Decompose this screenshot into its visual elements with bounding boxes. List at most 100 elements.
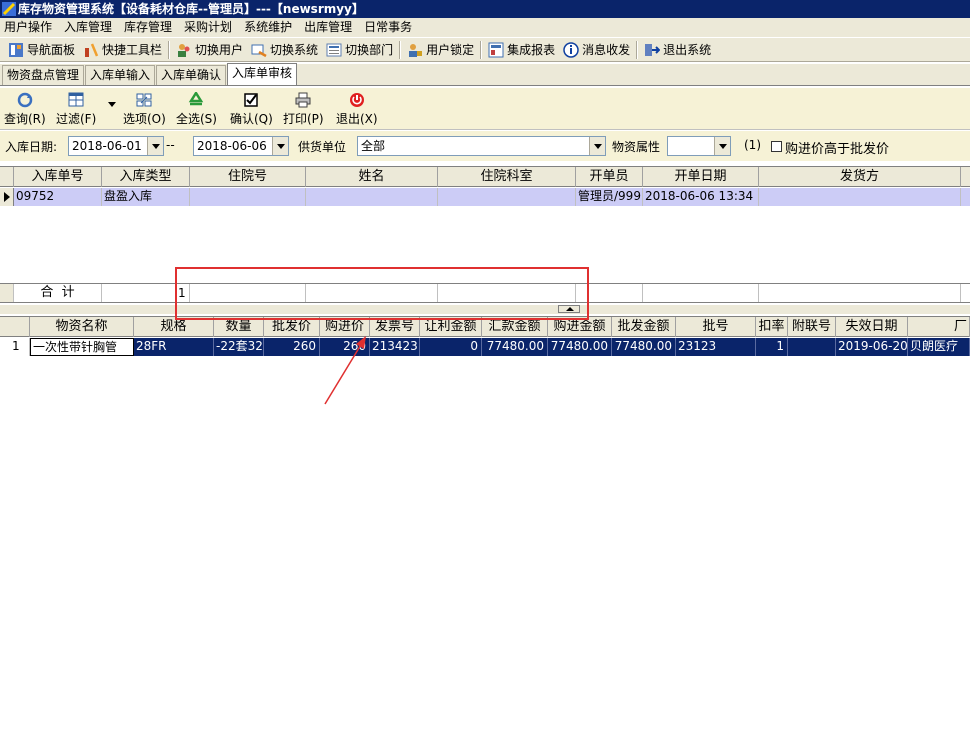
- switch-system-button[interactable]: 切换系统: [247, 39, 322, 61]
- dropdown-arrow-icon[interactable]: [272, 137, 288, 155]
- dropdown-arrow-icon[interactable]: [147, 137, 163, 155]
- col-name[interactable]: 姓名: [306, 167, 438, 187]
- cell-expiry[interactable]: 2019-06-20: [836, 338, 908, 356]
- cell-date[interactable]: 2018-06-06 13:34: [643, 188, 759, 206]
- col-inpatient-no[interactable]: 住院号: [190, 167, 306, 187]
- col-dept[interactable]: 住院科室: [438, 167, 576, 187]
- messages-button[interactable]: 消息收发: [559, 39, 634, 61]
- exit-system-button[interactable]: 退出系统: [640, 39, 715, 61]
- cell-invoice-no[interactable]: 213423: [370, 338, 420, 356]
- cell-discount-amt[interactable]: 0: [420, 338, 482, 356]
- col-type[interactable]: 入库类型: [102, 167, 190, 187]
- cell-purchase-price[interactable]: 260: [320, 338, 370, 356]
- date-to-picker[interactable]: 2018-06-06: [193, 136, 289, 156]
- user-lock-button[interactable]: 用户锁定: [403, 39, 478, 61]
- window-titlebar: 库存物资管理系统【设备耗材仓库--管理员】---【newsrmyy】: [0, 0, 970, 18]
- filter-grid-icon: [68, 92, 84, 107]
- exit-button[interactable]: 退出(X): [336, 92, 378, 127]
- price-check-checkbox[interactable]: [771, 141, 782, 152]
- col-item-name[interactable]: 物资名称: [30, 317, 134, 337]
- confirm-label: 确认(Q): [230, 112, 273, 126]
- attr-select[interactable]: [667, 136, 731, 156]
- cell-shipper[interactable]: [759, 188, 961, 206]
- cell-dept[interactable]: [438, 188, 576, 206]
- cell-batch[interactable]: 23123: [676, 338, 756, 356]
- quick-toolbar-label: 快捷工具栏: [102, 43, 163, 57]
- table-row[interactable]: 1 一次性带针胸管 28FR -22套32 260 260 213423 0 7…: [0, 338, 970, 356]
- checkbox-icon: [244, 93, 259, 107]
- options-button[interactable]: 选项(O): [123, 92, 166, 127]
- menu-inbound[interactable]: 入库管理: [60, 18, 120, 37]
- tab-inbound-confirm[interactable]: 入库单确认: [156, 65, 227, 85]
- price-check-label: 购进价高于批发价: [785, 142, 890, 157]
- tab-stocktake[interactable]: 物资盘点管理: [2, 65, 85, 85]
- switch-system-icon: [251, 44, 267, 57]
- menu-outbound[interactable]: 出库管理: [300, 18, 360, 37]
- col-rate[interactable]: 扣率: [756, 317, 788, 337]
- date-label: 入库日期:: [5, 140, 58, 154]
- col-date[interactable]: 开单日期: [643, 167, 759, 187]
- col-remit-amt[interactable]: 汇款金额: [482, 317, 548, 337]
- table-row[interactable]: 09752 盘盈入库 管理员/999 2018-06-06 13:34: [0, 188, 970, 206]
- tab-inbound-audit[interactable]: 入库单审核: [227, 63, 298, 85]
- cell-qty[interactable]: -22套32: [214, 338, 264, 356]
- quick-toolbar-button[interactable]: 快捷工具栏: [79, 39, 166, 61]
- col-wholesale-amt[interactable]: 批发金额: [612, 317, 676, 337]
- cell-wholesale-amt[interactable]: 77480.00: [612, 338, 676, 356]
- cell-wholesale-price[interactable]: 260: [264, 338, 320, 356]
- col-purchase-price[interactable]: 购进价: [320, 317, 370, 337]
- menu-daily[interactable]: 日常事务: [360, 18, 420, 37]
- col-purchase-amt[interactable]: 购进金额: [548, 317, 612, 337]
- cell-name[interactable]: [306, 188, 438, 206]
- print-button[interactable]: 打印(P): [283, 92, 324, 127]
- cell-operator[interactable]: 管理员/999: [576, 188, 643, 206]
- filter-bar: 入库日期: 2018-06-01 -- 2018-06-06 供货单位 全部 物…: [0, 131, 970, 161]
- summary-label: 合 计: [14, 284, 102, 302]
- menu-user-ops[interactable]: 用户操作: [0, 18, 60, 37]
- date-from-picker[interactable]: 2018-06-01: [68, 136, 164, 156]
- cell-order-no[interactable]: 09752: [14, 188, 102, 206]
- col-spec[interactable]: 规格: [134, 317, 214, 337]
- cell-rate[interactable]: 1: [756, 338, 788, 356]
- cell-purchase-amt[interactable]: 77480.00: [548, 338, 612, 356]
- header-indicator: [0, 167, 14, 187]
- dropdown-arrow-icon[interactable]: [714, 137, 730, 155]
- col-operator[interactable]: 开单员: [576, 167, 643, 187]
- col-expiry[interactable]: 失效日期: [836, 317, 908, 337]
- dropdown-arrow-icon[interactable]: [589, 137, 605, 155]
- menu-system-maint[interactable]: 系统维护: [240, 18, 300, 37]
- switch-user-button[interactable]: 切换用户: [172, 39, 247, 61]
- cell-inpatient-no[interactable]: [190, 188, 306, 206]
- col-order-no[interactable]: 入库单号: [14, 167, 102, 187]
- col-shipper[interactable]: 发货方: [759, 167, 961, 187]
- supplier-select[interactable]: 全部: [357, 136, 606, 156]
- query-button[interactable]: 查询(R): [4, 92, 46, 127]
- confirm-button[interactable]: 确认(Q): [230, 92, 273, 127]
- col-invoice-no[interactable]: 发票号: [370, 317, 420, 337]
- integrated-report-button[interactable]: 集成报表: [484, 39, 559, 61]
- cell-item-name[interactable]: 一次性带针胸管: [30, 338, 134, 356]
- filter-button[interactable]: 过滤(F): [56, 92, 96, 127]
- nav-panel-icon: [9, 42, 23, 57]
- col-discount-amt[interactable]: 让利金额: [420, 317, 482, 337]
- filter-dropdown-button[interactable]: [108, 102, 116, 108]
- cell-remit-amt[interactable]: 77480.00: [482, 338, 548, 356]
- col-maker[interactable]: 厂: [908, 317, 970, 337]
- col-attach-no[interactable]: 附联号: [788, 317, 836, 337]
- cell-spec[interactable]: 28FR: [134, 338, 214, 356]
- col-wholesale-price[interactable]: 批发价: [264, 317, 320, 337]
- col-batch[interactable]: 批号: [676, 317, 756, 337]
- cell-type[interactable]: 盘盈入库: [102, 188, 190, 206]
- cell-maker[interactable]: 贝朗医疗: [908, 338, 970, 356]
- tab-inbound-input[interactable]: 入库单输入: [85, 65, 156, 85]
- caret-down-icon: [108, 102, 116, 107]
- switch-dept-button[interactable]: 切换部门: [322, 39, 397, 61]
- col-qty[interactable]: 数量: [214, 317, 264, 337]
- nav-panel-button[interactable]: 导航面板: [4, 39, 79, 61]
- menu-inventory[interactable]: 库存管理: [120, 18, 180, 37]
- toolbar-separator: [636, 40, 639, 59]
- select-all-button[interactable]: 全选(S): [176, 92, 217, 127]
- summary-cell: [759, 284, 961, 302]
- menu-purchase-plan[interactable]: 采购计划: [180, 18, 240, 37]
- cell-attach-no[interactable]: [788, 338, 836, 356]
